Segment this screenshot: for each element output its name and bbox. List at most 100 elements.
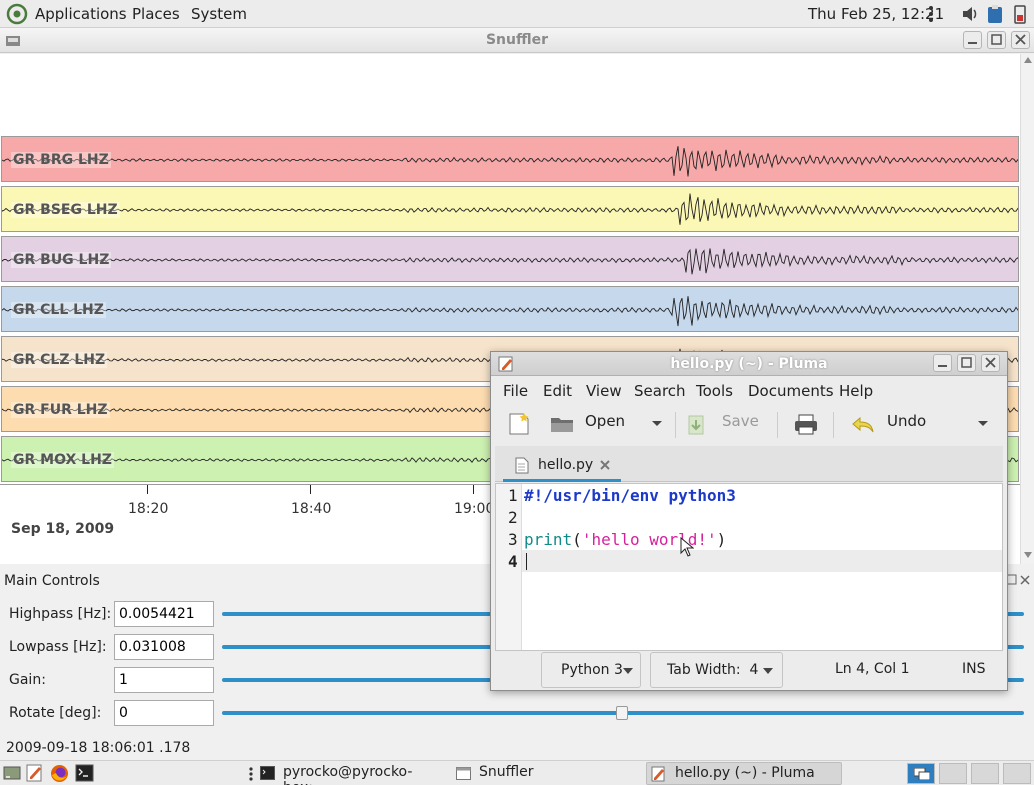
- trace-row[interactable]: GR BRG LHZ: [1, 136, 1019, 182]
- trace-label: GR MOX LHZ: [11, 452, 114, 468]
- tab-close-icon[interactable]: [599, 459, 611, 471]
- show-desktop-icon[interactable]: [3, 765, 21, 781]
- vertical-scrollbar[interactable]: [1020, 54, 1034, 564]
- close-button[interactable]: [1011, 31, 1030, 49]
- chevron-down-icon: [763, 668, 773, 674]
- firefox-icon[interactable]: [50, 764, 69, 783]
- workspace-2[interactable]: [939, 763, 967, 784]
- menu-applications[interactable]: Applications: [35, 5, 127, 23]
- document-icon: [515, 457, 529, 474]
- trace-label: GR BSEG LHZ: [11, 202, 120, 218]
- toolbar-separator: [675, 412, 676, 438]
- volume-icon[interactable]: [960, 4, 980, 24]
- line-number: 1: [508, 486, 518, 505]
- minimize-button[interactable]: [933, 354, 952, 372]
- task-terminal[interactable]: pyrocko@pyrocko-box:...: [256, 761, 446, 785]
- tick-label: 18:20: [128, 501, 169, 517]
- maximize-button[interactable]: [957, 354, 976, 372]
- toolbar-separator: [833, 412, 834, 438]
- scroll-down-icon[interactable]: [1024, 552, 1032, 558]
- pluma-titlebar[interactable]: hello.py (~) - Pluma: [491, 352, 1007, 376]
- trace-row[interactable]: GR BUG LHZ: [1, 236, 1019, 282]
- separator-dots-icon: [929, 6, 933, 22]
- pluma-menubar: File Edit View Search Tools Documents He…: [491, 377, 1007, 403]
- task-snuffler[interactable]: Snuffler: [452, 761, 632, 785]
- waveform: [2, 296, 1018, 327]
- pluma-statusbar: Python 3 Tab Width: 4 Ln 4, Col 1 INS: [495, 652, 1003, 688]
- trace-label: GR FUR LHZ: [11, 402, 110, 418]
- lowpass-input[interactable]: [114, 634, 214, 660]
- highpass-input[interactable]: [114, 601, 214, 627]
- task-pluma-active[interactable]: hello.py (~) - Pluma: [646, 762, 842, 785]
- save-icon[interactable]: [687, 414, 707, 436]
- undo-icon[interactable]: [851, 416, 875, 434]
- terminal-launcher-icon[interactable]: [75, 764, 94, 782]
- language-selector[interactable]: Python 3: [541, 652, 641, 688]
- menu-file[interactable]: File: [503, 382, 528, 400]
- separator-dots-icon: [249, 767, 253, 781]
- minimize-icon: [938, 365, 947, 367]
- undo-button[interactable]: Undo: [887, 412, 926, 430]
- chevron-down-icon[interactable]: [651, 420, 663, 428]
- trace-label: GR BRG LHZ: [11, 152, 111, 168]
- text-cursor: [526, 553, 527, 570]
- menu-help[interactable]: Help: [839, 382, 873, 400]
- menu-documents[interactable]: Documents: [748, 382, 834, 400]
- trace-label: GR CLZ LHZ: [11, 352, 108, 368]
- rotate-slider-handle[interactable]: [616, 706, 628, 720]
- panel-title: Main Controls: [4, 573, 100, 589]
- task-label: pyrocko@pyrocko-box:...: [283, 764, 413, 785]
- close-icon: [1015, 34, 1026, 45]
- print-icon[interactable]: [794, 414, 818, 436]
- tab-label: hello.py: [538, 457, 594, 473]
- menu-edit[interactable]: Edit: [543, 382, 572, 400]
- open-button[interactable]: Open: [585, 412, 625, 430]
- lowpass-label: Lowpass [Hz]:: [9, 639, 107, 655]
- tab-width-selector[interactable]: Tab Width: 4: [650, 652, 783, 688]
- battery-icon[interactable]: [1012, 4, 1028, 24]
- workspace-3[interactable]: [971, 763, 999, 784]
- document-tabs: hello.py: [495, 446, 1003, 482]
- snuffler-titlebar[interactable]: Snuffler: [0, 28, 1034, 53]
- waveform: [2, 146, 1018, 177]
- tab-hello-py[interactable]: hello.py: [503, 450, 621, 482]
- date-label: Sep 18, 2009: [11, 521, 115, 537]
- dock-float-close-icon[interactable]: [1006, 574, 1032, 586]
- code-editor[interactable]: 1 2 3 4 #!/usr/bin/env python3 print('he…: [495, 483, 1003, 651]
- menu-search[interactable]: Search: [634, 382, 686, 400]
- cursor-position: Ln 4, Col 1: [835, 661, 910, 677]
- insert-mode: INS: [962, 661, 986, 677]
- menu-tools[interactable]: Tools: [696, 382, 733, 400]
- menu-places[interactable]: Places: [132, 5, 180, 23]
- close-button[interactable]: [981, 354, 1000, 372]
- text-editor-launcher-icon[interactable]: [26, 764, 44, 782]
- tick-label: 18:40: [291, 501, 332, 517]
- workspace-4[interactable]: [1003, 763, 1031, 784]
- trace-row[interactable]: GR CLL LHZ: [1, 286, 1019, 332]
- code-function: print: [524, 530, 573, 549]
- distro-logo-icon[interactable]: [6, 3, 28, 25]
- maximize-button[interactable]: [987, 31, 1006, 49]
- line-number: 2: [508, 508, 518, 527]
- open-folder-icon[interactable]: [550, 414, 574, 434]
- clock[interactable]: Thu Feb 25, 12:21: [808, 5, 944, 23]
- waveform-path: [2, 146, 1018, 177]
- new-document-icon[interactable]: [508, 412, 530, 436]
- menu-system[interactable]: System: [191, 5, 247, 23]
- workspace-1[interactable]: [907, 763, 935, 784]
- gain-input[interactable]: [114, 667, 214, 693]
- trace-row[interactable]: GR BSEG LHZ: [1, 186, 1019, 232]
- language-value: Python 3: [561, 662, 623, 678]
- chevron-down-icon: [623, 668, 633, 674]
- clipboard-icon[interactable]: [987, 4, 1003, 24]
- scroll-up-icon[interactable]: [1024, 57, 1032, 63]
- axis-tick: [473, 485, 474, 494]
- code-paren-close: ): [716, 530, 727, 549]
- waveform-path: [2, 193, 1018, 225]
- chevron-down-icon[interactable]: [977, 420, 989, 428]
- minimize-button[interactable]: [963, 31, 982, 49]
- menu-view[interactable]: View: [586, 382, 622, 400]
- rotate-input[interactable]: [114, 700, 214, 726]
- save-button[interactable]: Save: [722, 412, 759, 430]
- tick-label: 19:00: [454, 501, 495, 517]
